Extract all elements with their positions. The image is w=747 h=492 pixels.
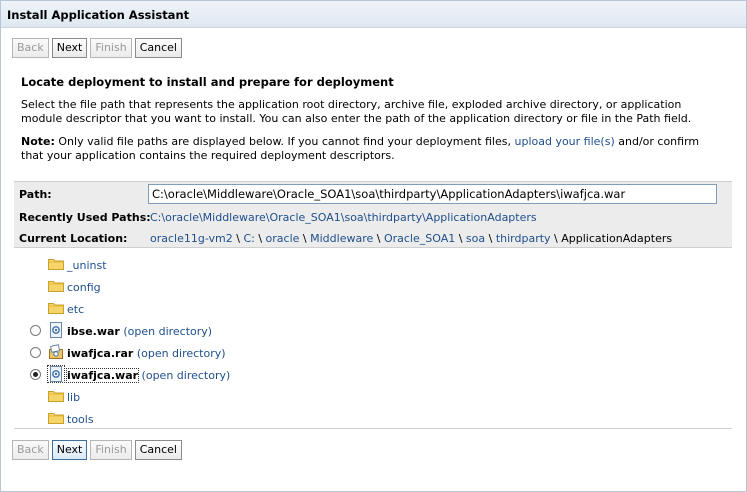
back-button-bottom[interactable]: Back	[12, 440, 49, 460]
window-title: Install Application Assistant	[1, 1, 746, 28]
file-label: iwafjca.war (open directory)	[65, 367, 231, 385]
upload-files-link[interactable]: upload your file(s)	[514, 135, 614, 148]
breadcrumb-link[interactable]: C:	[243, 232, 254, 245]
file-item[interactable]: iwafjca.rar (open directory)	[14, 343, 714, 361]
breadcrumb-current: ApplicationAdapters	[561, 232, 673, 245]
cancel-button-bottom[interactable]: Cancel	[134, 440, 182, 460]
location-breadcrumb: oracle11g-vm2 \ C: \ oracle \ Middleware…	[150, 232, 672, 245]
folder-icon	[48, 302, 64, 314]
web-archive-icon	[47, 365, 65, 383]
folder-item[interactable]: tools	[14, 409, 714, 427]
folder-item[interactable]: etc	[14, 299, 714, 317]
select-radio[interactable]	[30, 347, 41, 358]
recent-paths-label: Recently Used Paths:	[19, 211, 151, 224]
back-button[interactable]: Back	[12, 38, 49, 58]
intro-section: Locate deployment to install and prepare…	[21, 75, 721, 163]
select-radio[interactable]	[30, 325, 41, 336]
folder-link[interactable]: tools	[67, 411, 94, 429]
next-button[interactable]: Next	[51, 38, 88, 58]
note-text-before: Only valid file paths are displayed belo…	[54, 135, 515, 148]
breadcrumb-link[interactable]: oracle11g-vm2	[150, 232, 233, 245]
note-label: Note:	[21, 135, 55, 148]
breadcrumb-link[interactable]: Middleware	[310, 232, 373, 245]
breadcrumb-link[interactable]: thirdparty	[496, 232, 551, 245]
cancel-button[interactable]: Cancel	[134, 38, 182, 58]
breadcrumb-link[interactable]: Oracle_SOA1	[384, 232, 455, 245]
select-radio[interactable]	[30, 369, 41, 380]
breadcrumb-separator: \	[299, 232, 311, 245]
top-button-bar: Back Next Finish Cancel	[12, 38, 182, 58]
web-archive-icon	[48, 322, 64, 338]
path-label: Path:	[19, 188, 52, 201]
path-panel: Path: C:\oracle\Middleware\Oracle_SOA1\s…	[14, 181, 732, 248]
breadcrumb-separator: \	[254, 232, 266, 245]
folder-icon	[48, 280, 64, 292]
folder-icon	[48, 412, 64, 424]
breadcrumb-link[interactable]: oracle	[266, 232, 300, 245]
file-label: ibse.war (open directory)	[67, 323, 212, 341]
folder-item[interactable]: _uninst	[14, 255, 714, 273]
file-browser: _uninstconfig etc ibse.war (open directory…	[14, 247, 732, 429]
recent-path-link[interactable]: C:\oracle\Middleware\Oracle_SOA1\soa\thi…	[150, 211, 537, 224]
breadcrumb-separator: \	[550, 232, 562, 245]
folder-link[interactable]: config	[67, 279, 101, 297]
current-location-label: Current Location:	[19, 232, 128, 245]
file-label: iwafjca.rar (open directory)	[67, 345, 226, 363]
file-item[interactable]: iwafjca.war (open directory)	[14, 365, 714, 383]
path-input[interactable]: C:\oracle\Middleware\Oracle_SOA1\soa\thi…	[148, 184, 717, 204]
breadcrumb-link[interactable]: soa	[466, 232, 485, 245]
breadcrumb-separator: \	[232, 232, 244, 245]
file-name[interactable]: iwafjca.war	[65, 368, 140, 383]
folder-icon	[48, 390, 64, 402]
file-name[interactable]: ibse.war	[67, 325, 120, 338]
folder-link[interactable]: lib	[67, 389, 80, 407]
folder-item[interactable]: lib	[14, 387, 714, 405]
open-directory-link[interactable]: (open directory)	[142, 369, 231, 382]
breadcrumb-separator: \	[373, 232, 384, 245]
description-text: Select the file path that represents the…	[21, 98, 692, 125]
bottom-button-bar: Back Next Finish Cancel	[12, 440, 182, 460]
folder-icon	[48, 258, 64, 270]
archive-icon	[48, 344, 64, 360]
folder-link[interactable]: etc	[67, 301, 84, 319]
note-text: Note: Only valid file paths are displaye…	[21, 135, 721, 163]
breadcrumb-separator: \	[485, 232, 496, 245]
finish-button-bottom[interactable]: Finish	[90, 440, 132, 460]
breadcrumb-separator: \	[455, 232, 466, 245]
radio-selected-dot	[33, 372, 38, 377]
file-name[interactable]: iwafjca.rar	[67, 347, 133, 360]
open-directory-link[interactable]: (open directory)	[123, 325, 212, 338]
folder-link[interactable]: _uninst	[67, 257, 107, 275]
file-item[interactable]: ibse.war (open directory)	[14, 321, 714, 339]
folder-item[interactable]: config	[14, 277, 714, 295]
next-button-bottom[interactable]: Next	[51, 440, 88, 460]
finish-button[interactable]: Finish	[90, 38, 132, 58]
page-heading: Locate deployment to install and prepare…	[21, 75, 394, 89]
open-directory-link[interactable]: (open directory)	[137, 347, 226, 360]
